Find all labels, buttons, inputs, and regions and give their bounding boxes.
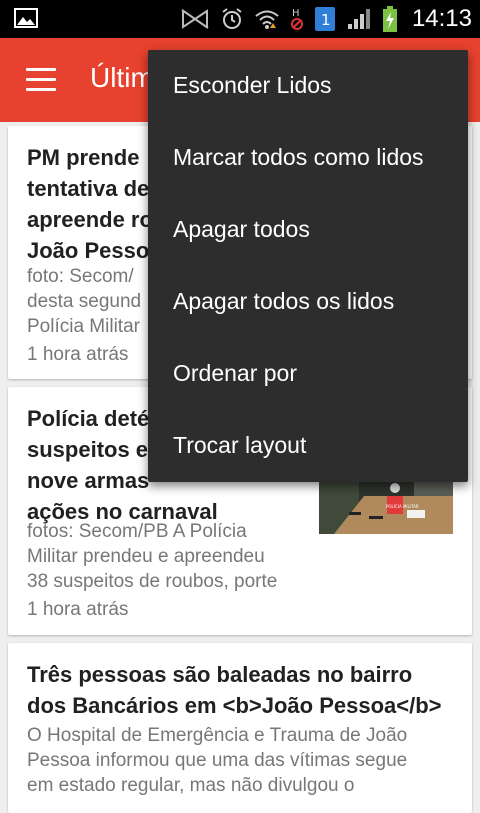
- news-summary: fotos: Secom/PB A Polícia Militar prende…: [27, 521, 278, 592]
- nfc-icon: [180, 8, 210, 30]
- no-data-icon: H: [290, 6, 304, 32]
- hamburger-menu-icon[interactable]: [26, 68, 56, 92]
- news-thumbnail: POLÍCIA MILITAR: [319, 474, 453, 534]
- battery-charging-icon: [382, 5, 398, 33]
- menu-item-hide-read[interactable]: Esconder Lidos: [148, 50, 468, 122]
- news-title: Três pessoas são baleadas no bairro dos …: [27, 662, 442, 718]
- svg-text:1: 1: [321, 11, 331, 29]
- clock: 14:13: [411, 5, 472, 32]
- news-title: PM prende tentativa de apreende ro João …: [27, 145, 153, 263]
- menu-item-delete-all[interactable]: Apagar todos: [148, 194, 468, 266]
- news-card[interactable]: Três pessoas são baleadas no bairro dos …: [8, 643, 472, 813]
- signal-icon: [346, 7, 372, 31]
- news-timestamp: 1 hora atrás: [27, 344, 129, 365]
- news-timestamp: 1 hora atrás: [27, 599, 129, 620]
- status-bar: H 1 14:13: [0, 0, 480, 38]
- news-summary: foto: Secom/ desta segund Polícia Milita…: [27, 266, 142, 337]
- menu-item-delete-read[interactable]: Apagar todos os lidos: [148, 266, 468, 338]
- svg-text:POLÍCIA MILITAR: POLÍCIA MILITAR: [386, 504, 419, 509]
- menu-item-mark-all-read[interactable]: Marcar todos como lidos: [148, 122, 468, 194]
- sim-badge-icon: 1: [314, 6, 336, 32]
- news-summary: O Hospital de Emergência e Trauma de Joã…: [27, 725, 408, 796]
- alarm-icon: [220, 7, 244, 31]
- svg-text:H: H: [292, 8, 300, 19]
- menu-item-change-layout[interactable]: Trocar layout: [148, 410, 468, 482]
- menu-item-sort-by[interactable]: Ordenar por: [148, 338, 468, 410]
- gallery-notification-icon: [14, 8, 38, 28]
- wifi-icon: [254, 7, 280, 31]
- overflow-menu: Esconder Lidos Marcar todos como lidos A…: [148, 50, 468, 482]
